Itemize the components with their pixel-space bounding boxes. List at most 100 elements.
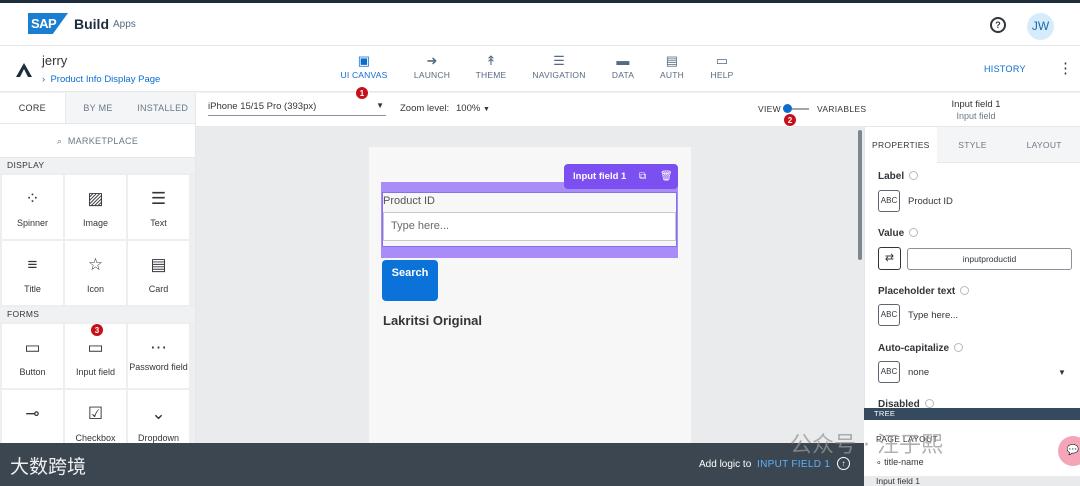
- help-chat-icon: ▭: [715, 53, 729, 68]
- section-display: DISPLAY: [0, 158, 195, 173]
- info-icon[interactable]: [960, 286, 970, 295]
- component-image[interactable]: ▨ Image: [65, 175, 126, 239]
- display-components-grid: ⁘ Spinner ▨ Image ☰ Text ≡ Title ☆ Icon …: [0, 173, 195, 307]
- tab-ui-canvas[interactable]: ▣ UI CANVAS: [329, 52, 399, 80]
- tab-help[interactable]: ▭ HELP: [687, 52, 757, 80]
- step-badge-2: 2: [783, 113, 797, 127]
- tab-core[interactable]: CORE: [0, 93, 66, 123]
- text-type-icon[interactable]: ABC: [878, 361, 900, 383]
- zoom-label: Zoom level:: [400, 103, 450, 114]
- component-text[interactable]: ☰ Text: [128, 175, 189, 239]
- help-icon[interactable]: ?: [990, 17, 1006, 33]
- value-property-title: Value: [878, 228, 919, 239]
- component-label: Title: [24, 284, 41, 294]
- component-label: Spinner: [16, 218, 49, 228]
- tree-item-selected[interactable]: Input field 1: [864, 476, 1080, 486]
- text-icon: ☰: [150, 189, 167, 208]
- info-icon[interactable]: [924, 399, 934, 408]
- component-label: Button: [19, 367, 46, 377]
- selection-chip[interactable]: Input field 1 ⧉ 🗑: [564, 164, 678, 189]
- tab-by-me[interactable]: BY ME: [65, 93, 131, 123]
- label-property-value[interactable]: Product ID: [908, 196, 953, 207]
- input-field-icon: ▭: [87, 338, 104, 357]
- brand-title: Build: [74, 16, 109, 32]
- search-button[interactable]: Search: [382, 260, 438, 301]
- avatar[interactable]: JW: [1027, 13, 1054, 40]
- tab-label: UI CANVAS: [340, 70, 388, 80]
- search-icon: ⌕: [56, 136, 63, 146]
- product-id-input[interactable]: Type here...: [383, 212, 676, 241]
- zoom-select[interactable]: 100% ▼: [456, 103, 490, 114]
- text-type-icon[interactable]: ABC: [878, 304, 900, 326]
- step-badge-3: 3: [90, 323, 104, 337]
- navigation-icon: ☰: [553, 53, 565, 68]
- tab-theme[interactable]: ↟ THEME: [456, 52, 526, 80]
- sap-logo: SAP: [28, 13, 68, 34]
- logic-bar: 大数跨境 Add logic to INPUT FIELD 1 ↑: [0, 443, 864, 486]
- component-button[interactable]: ▭ Button: [2, 324, 63, 388]
- copy-icon[interactable]: ⧉: [639, 164, 646, 189]
- component-dropdown[interactable]: ⌄ Dropdown: [128, 390, 189, 443]
- component-icon[interactable]: ☆ Icon: [65, 241, 126, 305]
- component-label: Input field: [75, 367, 116, 377]
- top-shell-bar: SAP Build Apps ? JW: [0, 0, 1080, 46]
- tab-label: LAUNCH: [413, 70, 451, 80]
- watermark-right: 公众号 · 汪子熙: [790, 433, 943, 458]
- library-tabs: CORE BY ME INSTALLED: [0, 93, 195, 124]
- tab-style[interactable]: STYLE: [936, 127, 1009, 163]
- value-binding-field[interactable]: inputproductid: [907, 248, 1072, 270]
- view-label: VIEW: [758, 104, 781, 114]
- spinner-icon: ⁘: [25, 189, 40, 208]
- floating-bubble-icon[interactable]: 💬: [1058, 436, 1080, 466]
- tab-label: THEME: [475, 70, 507, 80]
- add-logic-label[interactable]: Add logic to: [699, 459, 751, 470]
- device-value: iPhone 15/15 Pro (393px): [208, 101, 317, 112]
- component-label: Text: [150, 218, 167, 228]
- theme-icon: ↟: [485, 53, 497, 68]
- component-password-field[interactable]: ⋯ Password field: [128, 324, 189, 388]
- canvas-scrollbar[interactable]: [858, 130, 862, 260]
- component-spinner[interactable]: ⁘ Spinner: [2, 175, 63, 239]
- tab-label: NAVIGATION: [532, 70, 586, 80]
- canvas-toolbar: iPhone 15/15 Pro (393px) ▼ Zoom level: 1…: [196, 93, 1080, 127]
- chevron-down-icon[interactable]: ▼: [1058, 368, 1066, 377]
- add-logic-target[interactable]: INPUT FIELD 1: [757, 459, 830, 470]
- component-card[interactable]: ▤ Card: [128, 241, 189, 305]
- device-select[interactable]: iPhone 15/15 Pro (393px) ▼: [208, 101, 386, 116]
- tab-navigation[interactable]: ☰ NAVIGATION: [524, 52, 594, 80]
- placeholder-property-value[interactable]: Type here...: [908, 310, 958, 321]
- component-title[interactable]: ≡ Title: [2, 241, 63, 305]
- component-label: Icon: [86, 284, 104, 294]
- autocap-select[interactable]: none: [908, 367, 929, 378]
- slider-icon: ⊸: [25, 404, 40, 423]
- toggle-knob[interactable]: [783, 104, 792, 113]
- selected-component-type: Input field: [956, 111, 996, 121]
- tab-layout[interactable]: LAYOUT: [1008, 127, 1080, 163]
- component-library-panel: CORE BY ME INSTALLED ⌕ MARKETPLACE DISPL…: [0, 93, 196, 443]
- marketplace-link[interactable]: ⌕ MARKETPLACE: [0, 124, 195, 158]
- chip-label: Input field 1: [573, 171, 627, 182]
- more-menu-icon[interactable]: ⋮: [1058, 59, 1073, 77]
- component-slider[interactable]: ⊸: [2, 390, 63, 443]
- tab-installed[interactable]: INSTALLED: [130, 93, 195, 123]
- history-button[interactable]: HISTORY: [984, 64, 1026, 74]
- section-forms: FORMS: [0, 307, 195, 322]
- project-name: jerry: [42, 53, 68, 68]
- data-binding-icon[interactable]: ⇄: [878, 247, 901, 270]
- component-label: Password field: [129, 362, 188, 372]
- tab-properties[interactable]: PROPERTIES: [865, 127, 937, 163]
- checkbox-icon: ☑: [87, 404, 104, 423]
- marketplace-label: MARKETPLACE: [67, 136, 139, 146]
- password-field-icon: ⋯: [150, 338, 167, 357]
- info-icon[interactable]: [954, 343, 964, 352]
- info-icon[interactable]: [909, 171, 919, 180]
- page-name: Product Info Display Page: [50, 74, 161, 85]
- title-icon: ≡: [27, 255, 38, 274]
- text-type-icon[interactable]: ABC: [878, 190, 900, 212]
- info-icon[interactable]: [909, 228, 919, 237]
- page-breadcrumb[interactable]: › Product Info Display Page: [42, 74, 160, 85]
- component-checkbox[interactable]: ☑ Checkbox: [65, 390, 126, 443]
- step-badge-1: 1: [355, 86, 369, 100]
- delete-icon[interactable]: 🗑: [660, 164, 673, 189]
- selected-component-title: Input field 1: [951, 99, 1001, 110]
